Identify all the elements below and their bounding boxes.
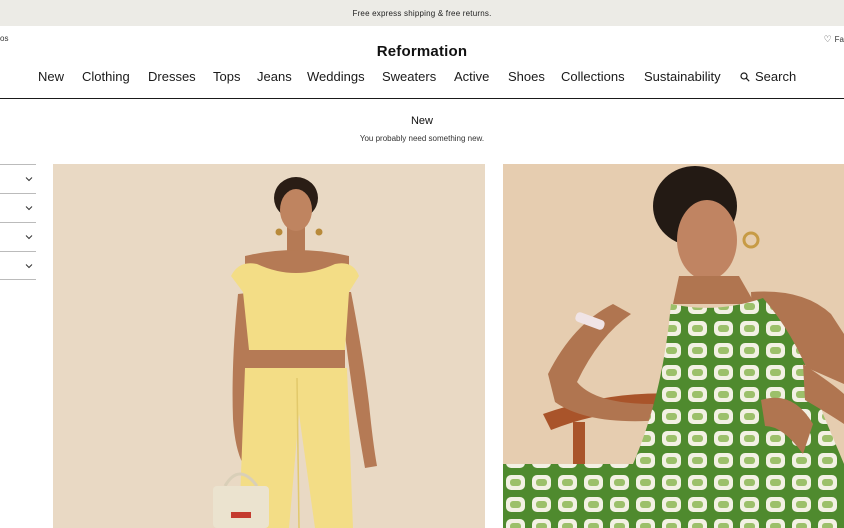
product-image: [53, 164, 485, 528]
promo-bar: Free express shipping & free returns.: [0, 0, 844, 26]
nav-item-new[interactable]: New: [38, 69, 64, 84]
search-label: Search: [755, 69, 797, 84]
chevron-down-icon: [25, 235, 33, 240]
main-nav: New Clothing Dresses Tops Jeans Weddings…: [0, 69, 844, 87]
filter-toggle[interactable]: [0, 164, 36, 193]
nav-item-jeans[interactable]: Jeans: [257, 69, 292, 84]
chevron-down-icon: [25, 206, 33, 211]
nav-item-shoes[interactable]: Shoes: [508, 69, 545, 84]
nav-item-dresses[interactable]: Dresses: [148, 69, 196, 84]
chevron-down-icon: [25, 177, 33, 182]
filter-panel: [0, 164, 36, 280]
utility-left-label: os: [0, 34, 9, 43]
filter-toggle[interactable]: [0, 251, 36, 280]
header-divider: [0, 98, 844, 99]
promo-text: Free express shipping & free returns.: [352, 8, 492, 18]
page-subtitle: You probably need something new.: [359, 134, 485, 143]
search-button[interactable]: Search: [740, 69, 796, 84]
nav-item-collections[interactable]: Collections: [561, 69, 625, 84]
nav-item-clothing[interactable]: Clothing: [82, 69, 130, 84]
product-card[interactable]: [53, 164, 485, 528]
chevron-down-icon: [25, 263, 33, 268]
filter-toggle[interactable]: [0, 193, 36, 222]
utility-left-link[interactable]: os: [0, 34, 8, 43]
nav-item-sustainability[interactable]: Sustainability: [644, 69, 721, 84]
page-title: New: [410, 115, 433, 127]
brand-name: Reformation: [376, 43, 468, 60]
nav-item-weddings[interactable]: Weddings: [307, 69, 365, 84]
nav-item-sweaters[interactable]: Sweaters: [382, 69, 436, 84]
product-image: [503, 164, 844, 528]
product-card[interactable]: [503, 164, 844, 528]
brand-logo[interactable]: Reformation: [0, 43, 844, 60]
filter-toggle[interactable]: [0, 222, 36, 251]
nav-item-tops[interactable]: Tops: [213, 69, 240, 84]
search-icon: [740, 71, 750, 82]
nav-item-active[interactable]: Active: [454, 69, 489, 84]
